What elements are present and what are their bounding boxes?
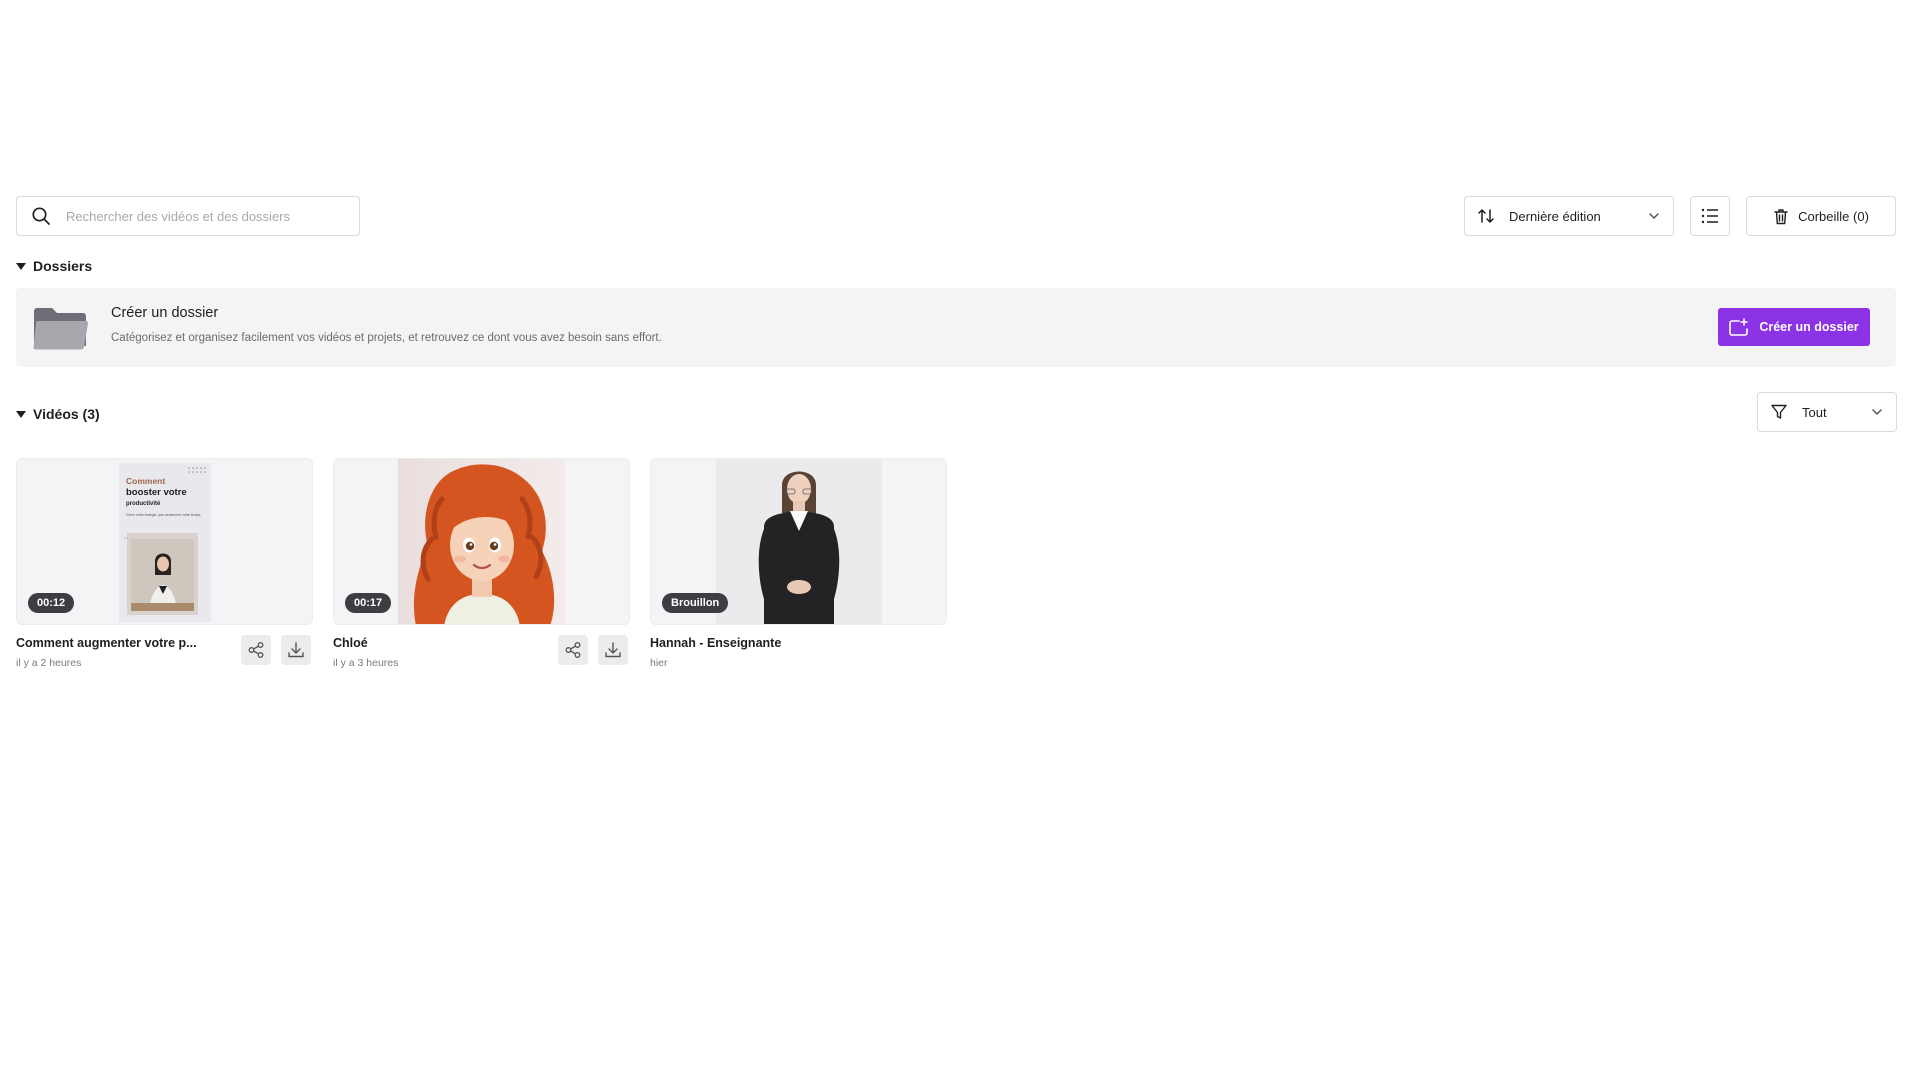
search-input[interactable] bbox=[66, 208, 336, 224]
chevron-down-icon bbox=[1872, 409, 1882, 415]
thumb-text-line1: Comment bbox=[126, 476, 165, 486]
folders-section-toggle[interactable]: Dossiers bbox=[16, 258, 92, 274]
caret-down-icon bbox=[16, 262, 26, 270]
video-title[interactable]: Comment augmenter votre p... bbox=[16, 636, 197, 650]
video-timestamp: il y a 2 heures bbox=[16, 657, 82, 669]
duration-badge: 00:12 bbox=[28, 593, 75, 613]
filter-label: Tout bbox=[1802, 404, 1827, 420]
caret-down-icon bbox=[16, 410, 26, 418]
download-button[interactable] bbox=[281, 635, 311, 665]
list-icon bbox=[1701, 208, 1718, 224]
filter-icon bbox=[1771, 404, 1787, 419]
toolbar: Dernière édition Corbeille (0) bbox=[16, 196, 1896, 236]
video-title[interactable]: Hannah - Enseignante bbox=[650, 636, 781, 650]
download-button[interactable] bbox=[598, 635, 628, 665]
trash-label: Corbeille (0) bbox=[1798, 208, 1869, 224]
video-timestamp: hier bbox=[650, 657, 668, 669]
chevron-down-icon bbox=[1649, 213, 1659, 219]
banner-description: Catégorisez et organisez facilement vos … bbox=[111, 332, 662, 344]
thumbnail-image bbox=[716, 459, 882, 624]
download-icon bbox=[288, 642, 304, 658]
draft-badge: Brouillon bbox=[662, 593, 729, 613]
thumbnail-image: Comment booster votre productivité Gérer… bbox=[119, 463, 211, 622]
thumbnail-image bbox=[398, 459, 565, 624]
share-button[interactable] bbox=[241, 635, 271, 665]
video-thumbnail[interactable]: Comment booster votre productivité Gérer… bbox=[16, 458, 313, 625]
search-box[interactable] bbox=[16, 196, 360, 236]
sort-dropdown[interactable]: Dernière édition bbox=[1464, 196, 1674, 236]
sort-label: Dernière édition bbox=[1509, 208, 1601, 224]
create-folder-label: Créer un dossier bbox=[1759, 320, 1859, 334]
video-card[interactable]: Brouillon Hannah - Enseignante hier bbox=[650, 458, 947, 669]
video-title[interactable]: Chloé bbox=[333, 636, 368, 650]
thumb-text-line3: productivité bbox=[126, 501, 161, 507]
sort-icon bbox=[1478, 209, 1494, 223]
svg-text:● ●: ● ● bbox=[124, 536, 129, 540]
list-view-button[interactable] bbox=[1690, 196, 1730, 236]
thumb-text-line4: Gérer votre énergie, pas seulement votre… bbox=[126, 513, 201, 517]
share-icon bbox=[565, 642, 581, 658]
share-button[interactable] bbox=[558, 635, 588, 665]
folders-section-title: Dossiers bbox=[33, 258, 93, 274]
video-card[interactable]: Comment booster votre productivité Gérer… bbox=[16, 458, 313, 669]
videos-section-toggle[interactable]: Vidéos (3) bbox=[16, 406, 100, 422]
thumb-text-line2: booster votre bbox=[126, 487, 187, 498]
trash-icon bbox=[1774, 208, 1788, 224]
download-icon bbox=[605, 642, 621, 658]
duration-badge: 00:17 bbox=[345, 593, 392, 613]
create-folder-button[interactable]: Créer un dossier bbox=[1718, 308, 1870, 346]
video-card[interactable]: 00:17 Chloé il y a 3 heures bbox=[333, 458, 630, 669]
video-timestamp: il y a 3 heures bbox=[333, 657, 399, 669]
folder-plus-icon bbox=[1729, 318, 1749, 336]
share-icon bbox=[248, 642, 264, 658]
search-icon bbox=[32, 207, 50, 225]
video-thumbnail[interactable]: Brouillon bbox=[650, 458, 947, 625]
trash-button[interactable]: Corbeille (0) bbox=[1746, 196, 1896, 236]
videos-section-title: Vidéos (3) bbox=[33, 406, 100, 422]
video-thumbnail[interactable]: 00:17 bbox=[333, 458, 630, 625]
folder-icon bbox=[33, 308, 89, 350]
create-folder-banner: Créer un dossier Catégorisez et organise… bbox=[16, 288, 1896, 367]
filter-dropdown[interactable]: Tout bbox=[1757, 392, 1897, 432]
banner-title: Créer un dossier bbox=[111, 305, 219, 321]
